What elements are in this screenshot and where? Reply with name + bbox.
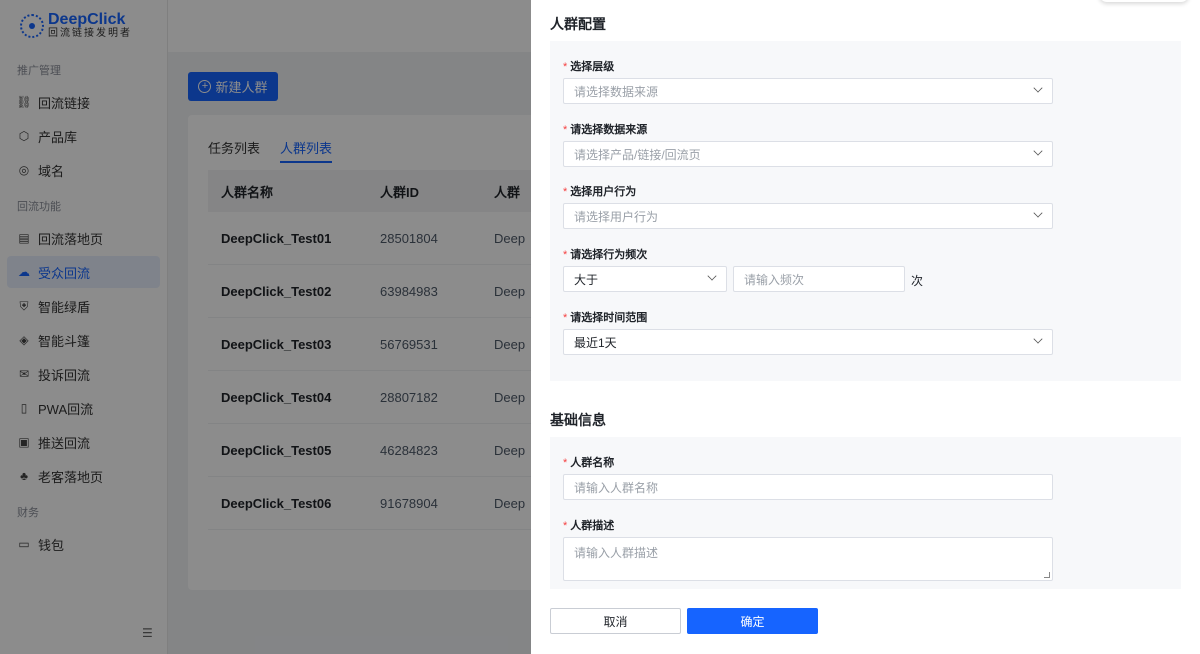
- level-placeholder: 请选择数据来源: [574, 84, 659, 99]
- required-mark: *: [563, 61, 568, 73]
- required-mark: *: [563, 457, 568, 469]
- frequency-label: * 请选择行为频次: [563, 246, 647, 262]
- level-label-text: 选择层级: [570, 61, 615, 73]
- cancel-button[interactable]: 取消: [550, 608, 681, 634]
- description-placeholder: 请输入人群描述: [574, 546, 659, 560]
- source-label: * 请选择数据来源: [563, 121, 647, 137]
- behavior-select[interactable]: 请选择用户行为: [563, 203, 1053, 229]
- behavior-label-text: 选择用户行为: [570, 186, 637, 198]
- basic-info-panel: * 人群名称 请输入人群名称 * 人群描述 请输入人群描述: [550, 437, 1181, 589]
- audience-description-textarea[interactable]: 请输入人群描述: [563, 537, 1053, 581]
- frequency-operator-value: 大于: [574, 272, 599, 287]
- resize-handle-icon[interactable]: [1044, 572, 1050, 578]
- chevron-down-icon: [1033, 83, 1043, 93]
- frequency-operator-select[interactable]: 大于: [563, 266, 727, 292]
- name-placeholder: 请输入人群名称: [574, 480, 659, 495]
- required-mark: *: [563, 520, 568, 532]
- frequency-input[interactable]: 请输入频次: [733, 266, 905, 292]
- frequency-unit: 次: [911, 274, 924, 288]
- audience-name-input[interactable]: 请输入人群名称: [563, 474, 1053, 500]
- frequency-label-text: 请选择行为频次: [570, 249, 648, 261]
- floating-header-edge: [1099, 0, 1189, 2]
- chevron-down-icon: [707, 271, 717, 281]
- chevron-down-icon: [1033, 146, 1043, 156]
- required-mark: *: [563, 124, 568, 136]
- source-select[interactable]: 请选择产品/链接/回流页: [563, 141, 1053, 167]
- description-label: * 人群描述: [563, 517, 614, 533]
- source-label-text: 请选择数据来源: [570, 124, 648, 136]
- section-title-config: 人群配置: [550, 16, 606, 32]
- time-range-value: 最近1天: [574, 335, 617, 350]
- config-panel: * 选择层级 请选择数据来源 * 请选择数据来源 请选择产品/链接/回流页 * 选择用…: [550, 41, 1181, 381]
- required-mark: *: [563, 186, 568, 198]
- time-range-label: * 请选择时间范围: [563, 309, 647, 325]
- required-mark: *: [563, 312, 568, 324]
- frequency-placeholder: 请输入频次: [744, 272, 805, 287]
- level-select[interactable]: 请选择数据来源: [563, 78, 1053, 104]
- source-placeholder: 请选择产品/链接/回流页: [574, 147, 701, 162]
- chevron-down-icon: [1033, 334, 1043, 344]
- time-range-label-text: 请选择时间范围: [570, 312, 648, 324]
- create-audience-drawer: 人群配置 * 选择层级 请选择数据来源 * 请选择数据来源 请选择产品/链接/回流页…: [531, 0, 1200, 654]
- name-label: * 人群名称: [563, 454, 614, 470]
- section-title-basic: 基础信息: [550, 412, 606, 428]
- description-label-text: 人群描述: [570, 520, 615, 532]
- name-label-text: 人群名称: [570, 457, 615, 469]
- time-range-select[interactable]: 最近1天: [563, 329, 1053, 355]
- behavior-label: * 选择用户行为: [563, 183, 636, 199]
- chevron-down-icon: [1033, 208, 1043, 218]
- required-mark: *: [563, 249, 568, 261]
- behavior-placeholder: 请选择用户行为: [574, 209, 659, 224]
- confirm-button[interactable]: 确定: [687, 608, 818, 634]
- level-label: * 选择层级: [563, 58, 614, 74]
